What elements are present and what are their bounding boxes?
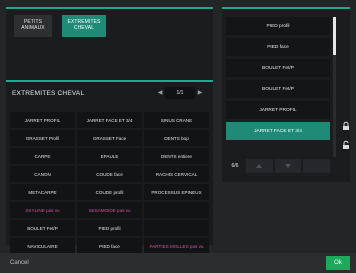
species-panel: PETITS ANIMAUX EXTREMITES CHEVAL: [6, 7, 213, 80]
species-label: EXTREMITES CHEVAL: [67, 19, 101, 31]
page-indicator: 1/1: [165, 87, 195, 99]
cancel-button[interactable]: Cancel: [6, 257, 33, 269]
list-item[interactable]: JARRET PROFIL: [226, 101, 330, 119]
exam-cell[interactable]: PARTIES MOLLES pas vu: [144, 238, 209, 254]
exam-cell[interactable]: SKYLINE pas vu: [10, 202, 75, 218]
app-window: PETITS ANIMAUX EXTREMITES CHEVAL EXTREMI…: [0, 0, 356, 273]
exam-cell[interactable]: PROCESSUS EPINEUX: [144, 184, 209, 200]
exam-cell[interactable]: METACARPE: [10, 184, 75, 200]
exam-grid: JARRET PROFIL JARRET FACE ET 3/4 SINUS CRA…: [10, 112, 209, 254]
list-scrollbar[interactable]: [333, 17, 336, 157]
exam-cell[interactable]: [144, 202, 209, 218]
species-extremites-cheval-button[interactable]: EXTREMITES CHEVAL: [62, 15, 106, 37]
exam-cell[interactable]: DENTS bop: [144, 130, 209, 146]
exam-cell[interactable]: SINUS CRANE: [144, 112, 209, 128]
list-count: 6/6: [231, 163, 239, 169]
ok-button[interactable]: Ok: [326, 256, 350, 270]
pager-prev-button[interactable]: ◀: [155, 87, 165, 99]
exam-cell[interactable]: COUDE face: [77, 166, 142, 182]
scroll-thumb[interactable]: [333, 17, 336, 55]
exam-cell[interactable]: SESAMOIDE pas vu: [77, 202, 142, 218]
selection-title: EXTREMITES CHEVAL: [12, 90, 85, 97]
list-item[interactable]: PIED profil: [226, 17, 330, 35]
up-icon: [256, 164, 263, 168]
list-footer-button-1[interactable]: [246, 159, 273, 173]
exam-cell[interactable]: CARPE: [10, 148, 75, 164]
exam-cell[interactable]: JARRET FACE ET 3/4: [77, 112, 142, 128]
exam-cell[interactable]: EPAULE: [77, 148, 142, 164]
exam-cell[interactable]: GRASSET Face: [77, 130, 142, 146]
exam-cell[interactable]: DENTS entiere: [144, 148, 209, 164]
exam-cell[interactable]: PIED profil: [77, 220, 142, 236]
list-footer-button-3[interactable]: [303, 159, 331, 173]
list-footer: 6/6: [226, 159, 331, 173]
exam-cell[interactable]: RACHIS CERVICAL: [144, 166, 209, 182]
pager: ◀ 1/1 ▶: [155, 87, 205, 99]
selected-list-panel: PIED profil PIED face BOULET Fet/P BOULET F…: [222, 7, 350, 182]
exam-cell[interactable]: COUDE profil: [77, 184, 142, 200]
selection-panel: EXTREMITES CHEVAL ◀ 1/1 ▶ JARRET PROFIL J…: [6, 80, 213, 254]
exam-cell[interactable]: BOULET Fet/P: [10, 220, 75, 236]
list-item[interactable]: BOULET Fet/P: [226, 59, 330, 77]
list-footer-button-2[interactable]: [274, 159, 302, 173]
list-item[interactable]: JARRET FACE ET 3/4: [226, 122, 330, 140]
exam-cell[interactable]: JARRET PROFIL: [10, 112, 75, 128]
pager-next-button[interactable]: ▶: [195, 87, 205, 99]
exam-cell[interactable]: GRASSET Profil: [10, 130, 75, 146]
lock-icon[interactable]: [341, 121, 351, 131]
unlock-icon[interactable]: [341, 140, 351, 150]
list-item[interactable]: BOULET Fet/P: [226, 80, 330, 98]
species-petits-animaux-button[interactable]: PETITS ANIMAUX: [14, 15, 52, 37]
species-label: PETITS ANIMAUX: [21, 19, 45, 31]
exam-cell[interactable]: CANON: [10, 166, 75, 182]
down-icon: [285, 164, 291, 168]
exam-cell[interactable]: [144, 220, 209, 236]
bottom-bar: Cancel Ok: [0, 253, 356, 273]
exam-cell[interactable]: NAVICULAIRE: [10, 238, 75, 254]
exam-cell[interactable]: PIED face: [77, 238, 142, 254]
list-item[interactable]: PIED face: [226, 38, 330, 56]
